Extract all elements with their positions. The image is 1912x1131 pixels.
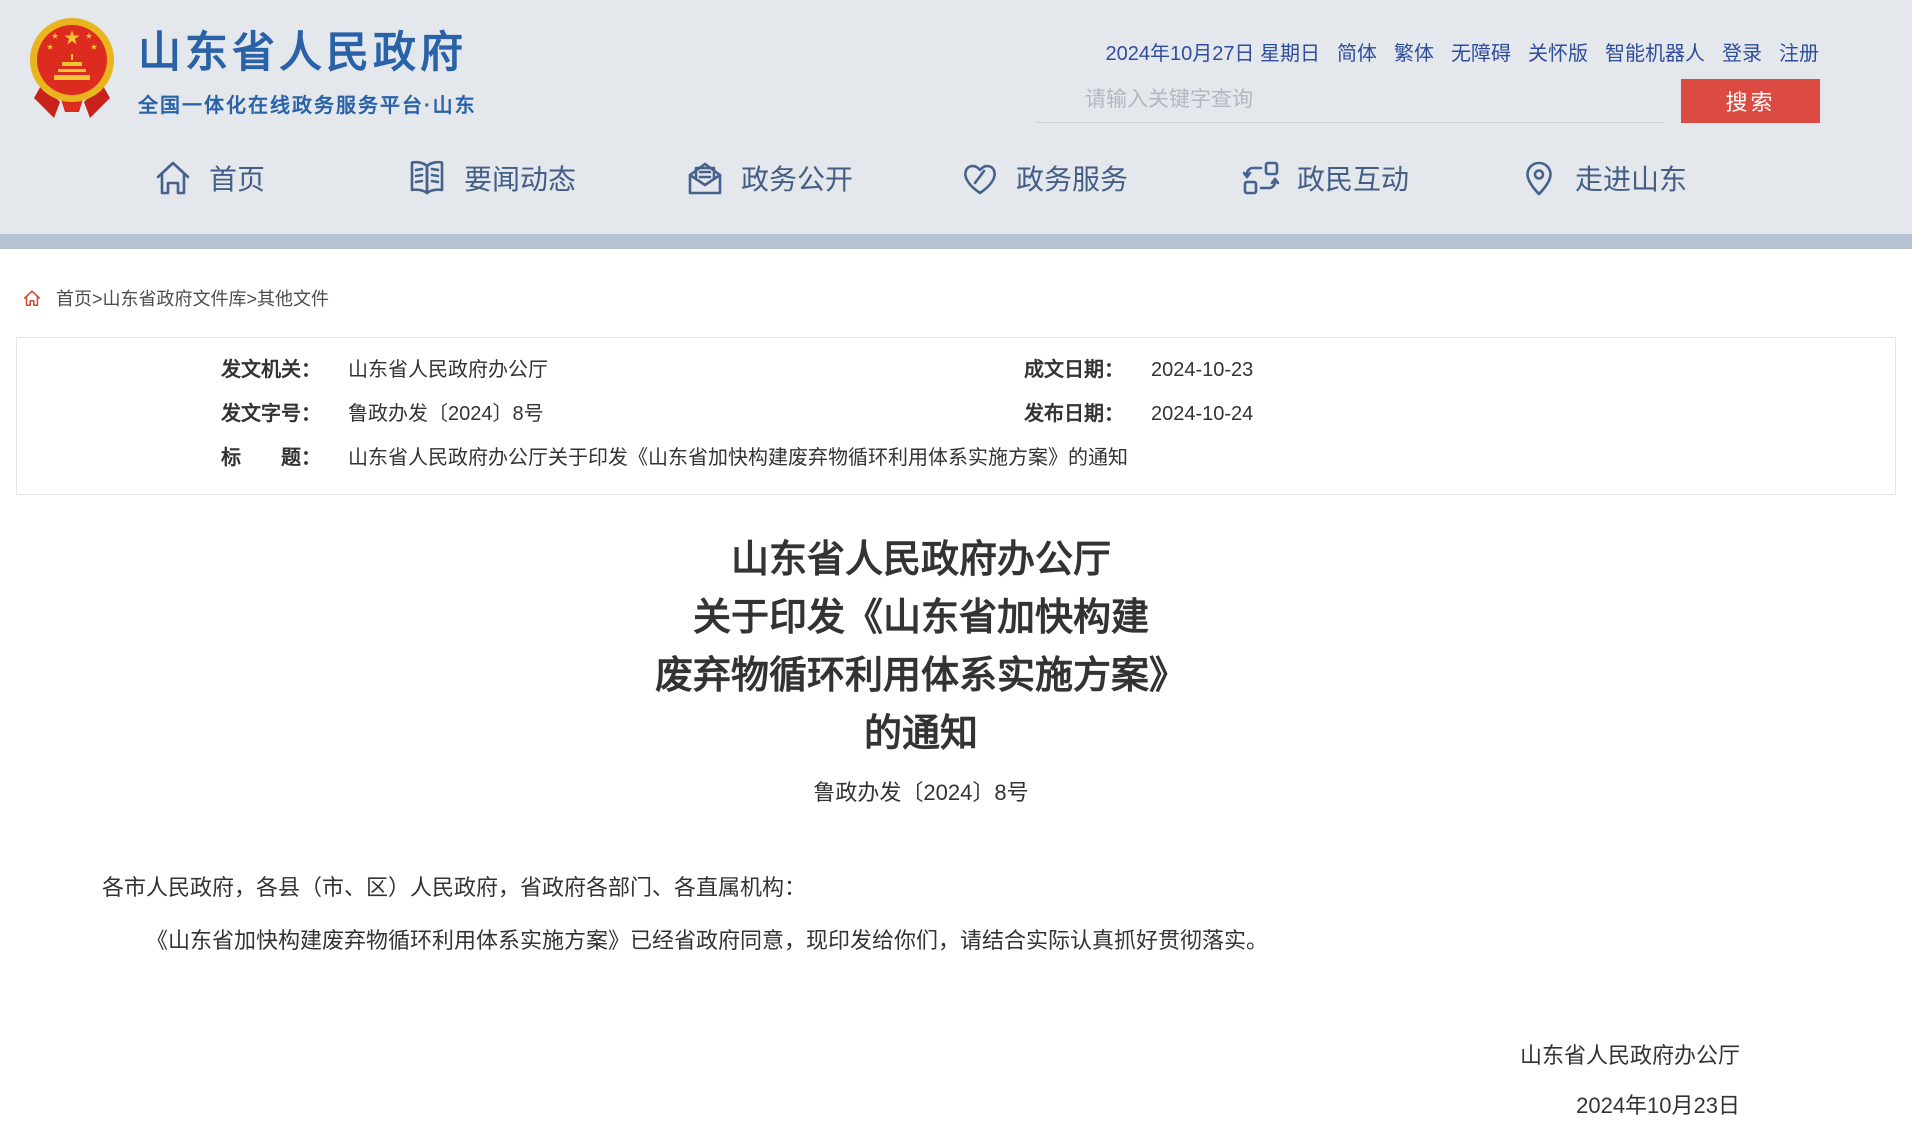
link-care-version[interactable]: 关怀版: [1528, 37, 1588, 66]
nav-item-service[interactable]: 政务服务: [958, 156, 1128, 200]
nav-item-interaction[interactable]: 政民互动: [1239, 156, 1409, 200]
publish-date-label: 发布日期：: [1024, 392, 1151, 436]
signature-date: 2024年10月23日: [102, 1081, 1740, 1131]
current-date: 2024年10月27日 星期日: [1105, 37, 1320, 66]
search-input[interactable]: [1037, 78, 1665, 122]
meta-row-title: 标 题：山东省人民政府办公厅关于印发《山东省加快构建废弃物循环利用体系实施方案》…: [221, 436, 1895, 480]
document-title-line: 废弃物循环利用体系实施方案》: [102, 647, 1740, 705]
map-pin-icon: [1517, 156, 1561, 200]
written-date-value: 2024-10-23: [1151, 359, 1253, 381]
nav-item-gov-open[interactable]: 政务公开: [683, 156, 853, 200]
nav-item-about-shandong[interactable]: 走进山东: [1517, 156, 1687, 200]
signature-block: 山东省人民政府办公厅 2024年10月23日: [102, 1031, 1740, 1131]
issuer-label: 发文机关：: [221, 348, 348, 392]
link-traditional[interactable]: 繁体: [1394, 37, 1434, 66]
doc-number-label: 发文字号：: [221, 392, 348, 436]
nav-item-label: 政民互动: [1297, 158, 1409, 198]
nav-item-label: 走进山东: [1575, 158, 1687, 198]
home-icon: [151, 156, 195, 200]
site-header: 山东省人民政府 全国一体化在线政务服务平台·山东 2024年10月27日 星期日…: [0, 0, 1912, 234]
site-subtitle: 全国一体化在线政务服务平台·山东: [138, 89, 477, 118]
document-title-line: 的通知: [102, 705, 1740, 763]
service-icon: [958, 156, 1002, 200]
signature-org: 山东省人民政府办公厅: [102, 1031, 1740, 1081]
search-button[interactable]: 搜索: [1681, 79, 1820, 123]
document-title: 山东省人民政府办公厅 关于印发《山东省加快构建 废弃物循环利用体系实施方案》 的…: [102, 531, 1740, 763]
doc-title-label: 标 题：: [221, 436, 348, 480]
link-simplified[interactable]: 简体: [1337, 37, 1377, 66]
breadcrumb: 首页>山东省政府文件库>其他文件: [22, 285, 1912, 311]
interaction-icon: [1239, 156, 1283, 200]
document-paragraph: 各市人民政府，各县（市、区）人民政府，省政府各部门、各直属机构：: [102, 871, 1740, 904]
document-meta-box: 发文机关：山东省人民政府办公厅 成文日期：2024-10-23 发文字号：鲁政办…: [16, 337, 1896, 495]
document-title-line: 山东省人民政府办公厅: [102, 531, 1740, 589]
main-nav: 首页 要闻动态 政务公开 政务服务: [0, 128, 1912, 234]
meta-row-issuer: 发文机关：山东省人民政府办公厅 成文日期：2024-10-23: [221, 348, 1895, 392]
breadcrumb-text[interactable]: 首页>山东省政府文件库>其他文件: [56, 285, 329, 311]
document-paragraph: 《山东省加快构建废弃物循环利用体系实施方案》已经省政府同意，现印发给你们，请结合…: [102, 924, 1740, 957]
search-field-wrap: [1037, 78, 1665, 123]
national-emblem-logo: [24, 10, 120, 124]
nav-item-home[interactable]: 首页: [151, 156, 265, 200]
link-accessibility[interactable]: 无障碍: [1451, 37, 1511, 66]
nav-item-label: 首页: [209, 158, 265, 198]
link-register[interactable]: 注册: [1779, 37, 1819, 66]
nav-item-news[interactable]: 要闻动态: [404, 156, 576, 200]
news-icon: [404, 156, 450, 200]
nav-item-label: 政务公开: [741, 158, 853, 198]
document-title-line: 关于印发《山东省加快构建: [102, 589, 1740, 647]
gov-open-icon: [683, 156, 727, 200]
issuer-value: 山东省人民政府办公厅: [348, 359, 548, 381]
publish-date-value: 2024-10-24: [1151, 403, 1253, 425]
home-icon: [22, 288, 42, 308]
link-login[interactable]: 登录: [1722, 37, 1762, 66]
document-body: 山东省人民政府办公厅 关于印发《山东省加快构建 废弃物循环利用体系实施方案》 的…: [102, 531, 1740, 1131]
meta-row-number: 发文字号：鲁政办发〔2024〕8号 发布日期：2024-10-24: [221, 392, 1895, 436]
doc-number-value: 鲁政办发〔2024〕8号: [348, 403, 544, 425]
document-number: 鲁政办发〔2024〕8号: [102, 775, 1740, 807]
header-divider-strip: [0, 234, 1912, 249]
written-date-label: 成文日期：: [1024, 348, 1151, 392]
nav-item-label: 要闻动态: [464, 158, 576, 198]
nav-item-label: 政务服务: [1016, 158, 1128, 198]
link-smart-robot[interactable]: 智能机器人: [1605, 37, 1705, 66]
site-title: 山东省人民政府: [138, 30, 477, 77]
utility-bar: 2024年10月27日 星期日 简体 繁体 无障碍 关怀版 智能机器人 登录 注…: [1105, 37, 1819, 66]
doc-title-value: 山东省人民政府办公厅关于印发《山东省加快构建废弃物循环利用体系实施方案》的通知: [348, 447, 1128, 469]
